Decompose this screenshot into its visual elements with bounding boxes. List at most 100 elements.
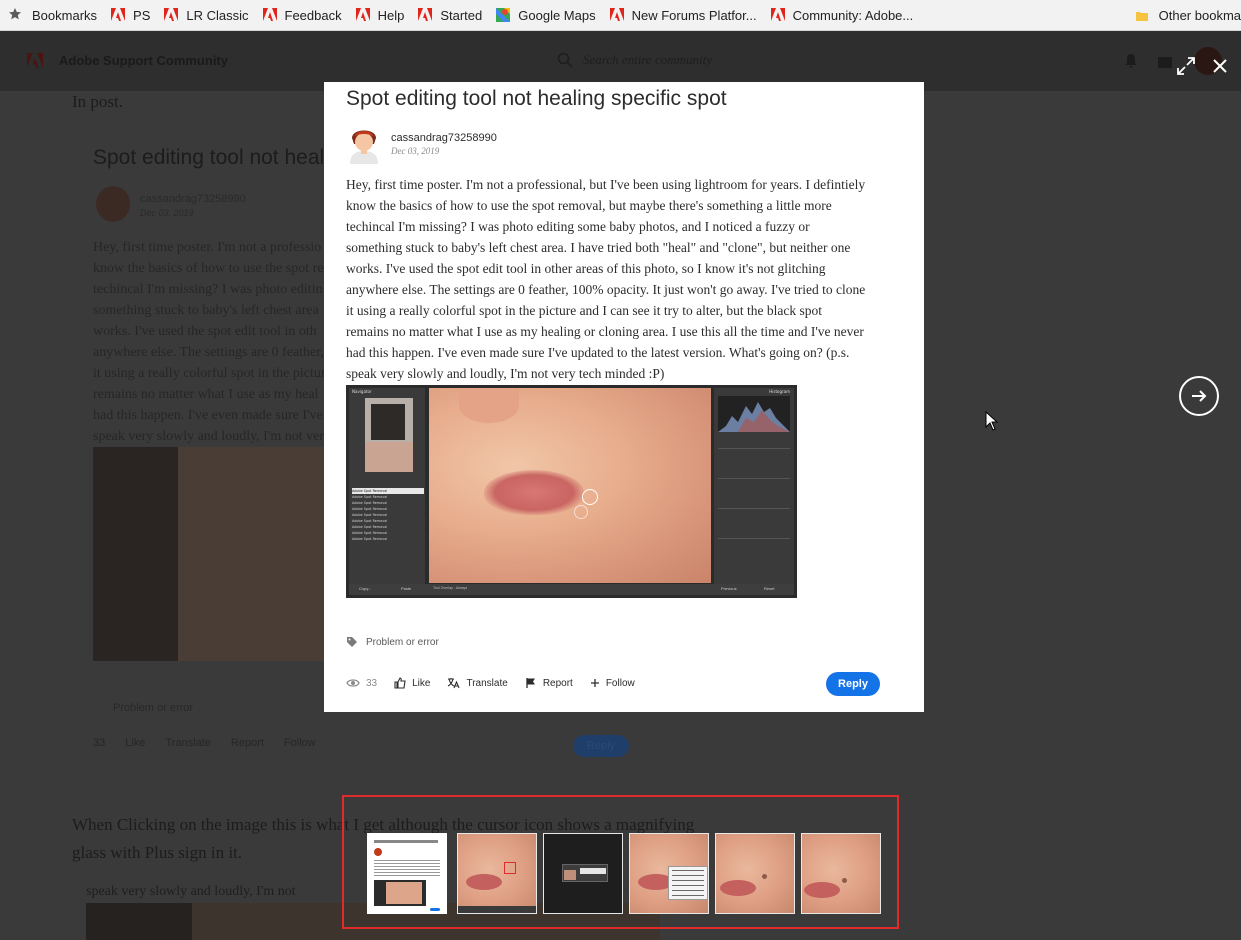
lr-navigator-thumb (365, 398, 413, 472)
body-line: know the basics of how to use the spot r… (346, 198, 832, 213)
post-body: Hey, first time poster. I'm not a profes… (346, 174, 906, 384)
bookmark-feedback[interactable]: Feedback (262, 7, 342, 23)
lr-history-item: Adobe Spot Removal (352, 537, 388, 541)
lr-photo-skin (429, 388, 711, 583)
lr-copy-button: Copy... (359, 586, 372, 591)
expand-icon[interactable] (1176, 56, 1196, 76)
adobe-icon (770, 8, 785, 22)
bell-icon[interactable] (1124, 53, 1138, 74)
search-placeholder: Search entire community (583, 52, 712, 67)
bg-avatar (96, 186, 130, 222)
thumbnail-dark-dialog[interactable] (543, 833, 623, 914)
bg-body-line: had this happen. I've even made sure I'v… (93, 408, 323, 423)
bg-body-line: remains no matter what I use as my heal (93, 387, 319, 402)
lr-lips (484, 470, 584, 515)
bookmark-label: Feedback (284, 7, 342, 23)
post-tag[interactable]: Problem or error (346, 636, 439, 648)
mouse-cursor-icon (985, 410, 999, 436)
bookmark-label: Help (377, 7, 405, 23)
avatar[interactable] (346, 124, 382, 164)
bookmark-lr-classic[interactable]: LR Classic (164, 8, 249, 23)
tag-icon (347, 637, 357, 647)
translate-button[interactable]: Translate (447, 677, 508, 689)
body-line: something stuck to baby's left chest are… (346, 240, 851, 255)
bookmark-label: Started (440, 7, 483, 23)
translate-label: Translate (466, 677, 508, 689)
bg-views: 33 (93, 737, 106, 749)
thumbnail-skin-1[interactable] (715, 833, 795, 914)
bg-body-line: techincal I'm missing? I was photo editi… (93, 282, 323, 297)
google-maps-icon (496, 8, 511, 22)
plus-icon (590, 678, 600, 688)
bookmark-ps[interactable]: PS (111, 8, 150, 23)
bg-cut-line: speak very slowly and loudly, I'm not (86, 884, 296, 899)
search-icon (557, 52, 573, 68)
thumbnail-post-screenshot[interactable] (367, 833, 447, 914)
bg-username: cassandrag73258990 (140, 193, 246, 205)
other-bookmarks[interactable]: Other bookma (1124, 0, 1241, 30)
username[interactable]: cassandrag73258990 (391, 132, 497, 144)
site-search[interactable]: Search entire community (557, 52, 712, 68)
folder-icon (1135, 9, 1149, 23)
bg-body-line: Hey, first time poster. I'm not a profes… (93, 240, 322, 255)
bookmark-google-maps[interactable]: Google Maps (496, 7, 596, 23)
bookmark-new-forums[interactable]: New Forums Platfor... (609, 7, 757, 23)
lr-tool-overlay: Tool Overlay : Always (433, 586, 468, 590)
adobe-icon (355, 8, 370, 22)
bookmark-label: New Forums Platfor... (631, 7, 757, 23)
bg-translate: Translate (165, 737, 211, 749)
post-title: Spot editing tool not healing specific s… (346, 87, 727, 110)
lightbox-post-preview: Spot editing tool not healing specific s… (324, 82, 924, 712)
bg-body-line: speak very slowly and loudly, I'm not ve… (93, 429, 325, 444)
bg-like: Like (125, 737, 146, 749)
like-button[interactable]: Like (394, 677, 430, 689)
bookmark-help[interactable]: Help (355, 7, 405, 23)
body-line: anywhere else. The settings are 0 feathe… (346, 282, 866, 297)
thumbnail-context-menu[interactable] (629, 833, 709, 914)
bg-body-line: know the basics of how to use the spot r… (93, 261, 324, 276)
views-count: 33 (346, 678, 377, 689)
lightroom-screenshot[interactable]: Navigator Adobe Spot Removal Adobe Spot … (346, 385, 797, 598)
adobe-icon (164, 8, 179, 22)
body-line: techincal I'm missing? I was photo editi… (346, 219, 810, 234)
adobe-icon (262, 8, 277, 22)
translate-icon (447, 677, 460, 689)
body-line: Hey, first time poster. I'm not a profes… (346, 177, 866, 192)
follow-button[interactable]: Follow (590, 678, 635, 689)
bg-body-line: something stuck to baby's left chest are… (93, 303, 319, 318)
bg-follow: Follow (283, 737, 316, 749)
bookmark-label: Community: Adobe... (792, 7, 914, 23)
report-button[interactable]: Report (525, 677, 573, 689)
eye-icon (346, 678, 360, 688)
bg-body-line: it using a really colorful spot in the p… (93, 366, 326, 381)
adobe-logo-icon (26, 53, 44, 74)
lr-previous-button: Previous (721, 586, 737, 591)
adobe-icon (418, 8, 433, 22)
lr-reset-button: Reset (764, 586, 775, 591)
lr-histogram (718, 396, 790, 432)
bg-action-bar: 33 Like Translate Report Follow (93, 737, 316, 749)
close-icon[interactable] (1210, 56, 1230, 76)
site-brand[interactable]: Adobe Support Community (59, 53, 228, 68)
lr-bottom-bar: Copy... Paste Tool Overlay : Always Prev… (349, 584, 794, 595)
bookmark-started[interactable]: Started (418, 8, 482, 23)
reply-button[interactable]: Reply (826, 672, 880, 696)
bookmarks-label[interactable]: Bookmarks (32, 8, 97, 23)
post-action-bar: 33 Like Translate Report Follow (346, 677, 652, 689)
thumbnail-skin-2[interactable] (801, 833, 881, 914)
like-label: Like (412, 677, 431, 689)
lr-paste-button: Paste (401, 586, 412, 591)
mail-icon[interactable] (1158, 55, 1172, 73)
bookmark-label: Google Maps (518, 7, 596, 23)
spot-removal-circle (582, 489, 598, 505)
next-arrow-icon[interactable] (1179, 376, 1219, 416)
post-date: Dec 03, 2019 (391, 146, 440, 156)
bookmark-community-adobe[interactable]: Community: Adobe... (770, 7, 914, 23)
bg-post-body: Hey, first time poster. I'm not a profes… (93, 237, 329, 447)
bg-tag-label: Problem or error (113, 702, 194, 714)
bg-date: Dec 03, 2019 (140, 208, 194, 218)
thumbnail-lips-spot[interactable] (457, 833, 537, 914)
star-icon[interactable] (8, 7, 22, 24)
other-bookmarks-label: Other bookma (1158, 8, 1241, 23)
follow-label: Follow (605, 677, 635, 689)
